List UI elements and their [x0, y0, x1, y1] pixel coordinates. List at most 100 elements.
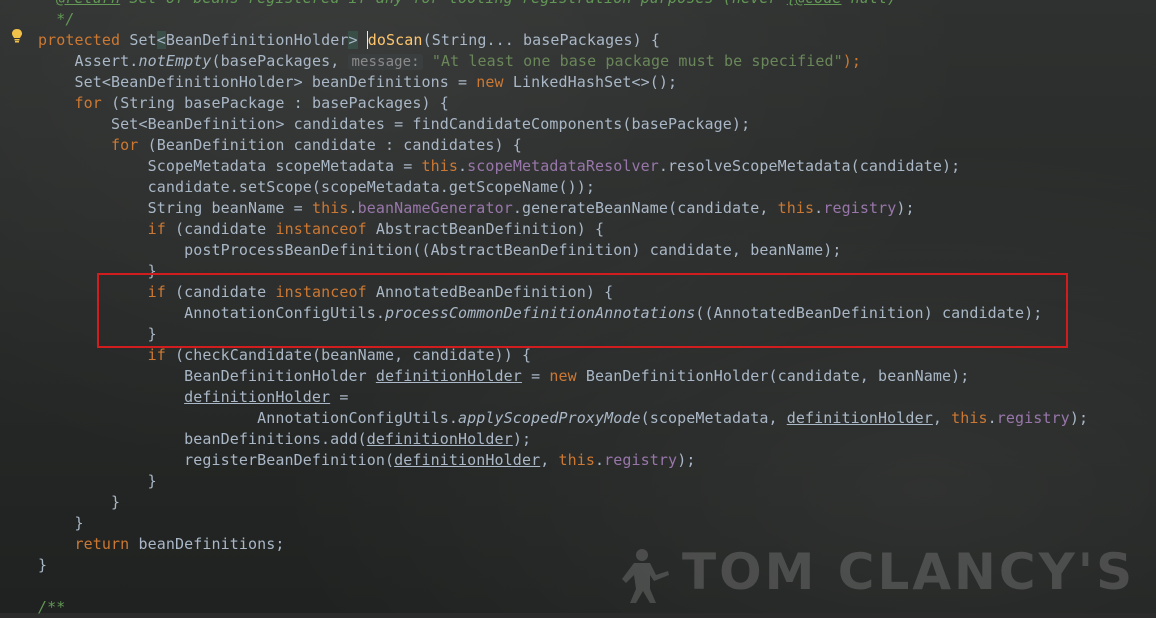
code-token: if	[147, 346, 175, 364]
code-token: registry	[604, 451, 678, 469]
code-token: applyScopedProxyMode	[458, 409, 641, 427]
code-line[interactable]: if (checkCandidate(beanName, candidate))…	[38, 345, 1153, 366]
code-line[interactable]: BeanDefinitionHolder definitionHolder = …	[38, 366, 1153, 387]
code-token: for	[111, 136, 148, 154]
code-line[interactable]: protected Set<BeanDefinitionHolder> doSc…	[38, 30, 1153, 51]
parameter-hint: message:	[348, 54, 423, 70]
code-line[interactable]: candidate.setScope(scopeMetadata.getScop…	[38, 177, 1153, 198]
code-token: (String... basePackages) {	[422, 31, 660, 49]
code-token: >	[348, 31, 358, 49]
code-token: "At least one base package must be speci…	[431, 52, 843, 70]
code-token: );	[842, 52, 861, 70]
code-token: doScan	[367, 31, 423, 49]
code-token: (BeanDefinition candidate : candidates) …	[147, 136, 522, 154]
code-line[interactable]: ScopeMetadata scopeMetadata = this.scope…	[38, 156, 1153, 177]
code-token: registry	[996, 409, 1070, 427]
code-token: /**	[38, 598, 66, 616]
watermark-text: TOM CLANCY'S	[682, 543, 1136, 601]
code-token: );	[1069, 409, 1089, 427]
code-line[interactable]: }	[38, 471, 1153, 492]
code-token: (basePackages,	[211, 52, 349, 70]
code-token: =	[521, 367, 550, 385]
code-token: protected	[38, 31, 130, 49]
code-line[interactable]: Assert.notEmpty(basePackages, message: "…	[38, 51, 1153, 72]
soldier-silhouette-icon	[622, 549, 669, 603]
code-token: Set<BeanDefinition> candidates = findCan…	[38, 115, 751, 133]
code-token: Assert.	[38, 52, 139, 70]
code-line[interactable]: for (String basePackage : basePackages) …	[38, 93, 1153, 114]
code-token: for	[74, 94, 112, 112]
code-line[interactable]: if (candidate instanceof AbstractBeanDef…	[38, 219, 1153, 240]
code-token: null)	[842, 0, 897, 7]
code-token: (String basePackage : basePackages) {	[111, 94, 449, 112]
code-token: definitionHolder	[375, 367, 522, 385]
code-token: registry	[823, 199, 897, 217]
code-token: }	[38, 493, 121, 511]
code-token: .	[348, 199, 358, 217]
wallpaper-watermark: TOM CLANCY'S	[612, 543, 1147, 607]
code-line[interactable]: }	[38, 492, 1153, 513]
code-token: Set	[129, 31, 157, 49]
code-token: new	[549, 367, 586, 385]
code-token: (checkCandidate(beanName, candidate)) {	[174, 346, 532, 364]
code-token: .	[814, 199, 824, 217]
code-token: this	[311, 199, 349, 217]
code-token: this	[951, 409, 988, 427]
code-token: LinkedHashSet<>();	[512, 73, 678, 91]
code-token: }	[38, 556, 48, 574]
code-token: definitionHolder	[394, 451, 541, 469]
code-token: if	[147, 220, 175, 238]
code-token: beanDefinitions;	[138, 535, 285, 553]
code-token: AbstractBeanDefinition) {	[375, 220, 605, 238]
code-token: Set of beans registered if any for tooli…	[120, 0, 787, 7]
code-token: }	[38, 514, 84, 532]
code-token: AnnotationConfigUtils.	[38, 409, 459, 427]
code-token: <	[156, 31, 166, 49]
code-line[interactable]: AnnotationConfigUtils.applyScopedProxyMo…	[38, 408, 1153, 429]
code-token: definitionHolder	[366, 430, 513, 448]
code-line[interactable]: @return Set of beans registered if any f…	[38, 0, 1153, 9]
code-token: candidate.setScope(scopeMetadata.getScop…	[38, 178, 595, 196]
code-token: ,	[932, 409, 952, 427]
code-token: this	[421, 157, 459, 175]
code-token: beanDefinitions.add(	[38, 430, 367, 448]
code-line[interactable]: definitionHolder =	[38, 387, 1153, 408]
code-token: BeanDefinitionHolder	[165, 31, 349, 49]
code-token: );	[677, 451, 696, 469]
code-line[interactable]: String beanName = this.beanNameGenerator…	[38, 198, 1153, 219]
code-line[interactable]: Set<BeanDefinitionHolder> beanDefinition…	[38, 72, 1153, 93]
code-line[interactable]: beanDefinitions.add(definitionHolder);	[38, 429, 1153, 450]
code-line[interactable]: }	[38, 513, 1153, 534]
code-line[interactable]: */	[38, 9, 1153, 30]
code-token: beanNameGenerator	[357, 199, 513, 217]
code-token: =	[330, 388, 349, 406]
code-token: BeanDefinitionHolder	[38, 367, 376, 385]
code-token: .resolveScopeMetadata(candidate);	[658, 157, 961, 175]
code-line[interactable]: Set<BeanDefinition> candidates = findCan…	[38, 114, 1153, 135]
lightbulb-icon[interactable]	[10, 28, 24, 44]
code-token: definitionHolder	[786, 409, 933, 427]
code-token: );	[512, 430, 532, 448]
code-token: definitionHolder	[184, 388, 331, 406]
code-token: @return	[56, 0, 120, 7]
code-token: {@code	[787, 0, 842, 7]
code-token: instanceof	[275, 220, 376, 238]
code-token: this	[558, 451, 595, 469]
code-token: .	[458, 157, 468, 175]
code-token: }	[38, 472, 157, 490]
code-line[interactable]: for (BeanDefinition candidate : candidat…	[38, 135, 1153, 156]
code-token: ,	[540, 451, 559, 469]
code-token: registerBeanDefinition(	[38, 451, 395, 469]
code-token: Set<BeanDefinitionHolder> beanDefinition…	[38, 73, 477, 91]
code-token: notEmpty	[138, 52, 212, 70]
code-line[interactable]: postProcessBeanDefinition((AbstractBeanD…	[38, 240, 1153, 261]
code-line[interactable]: registerBeanDefinition(definitionHolder,…	[38, 450, 1153, 471]
code-token: scopeMetadataResolver	[467, 157, 659, 175]
code-token: String beanName =	[38, 199, 312, 217]
